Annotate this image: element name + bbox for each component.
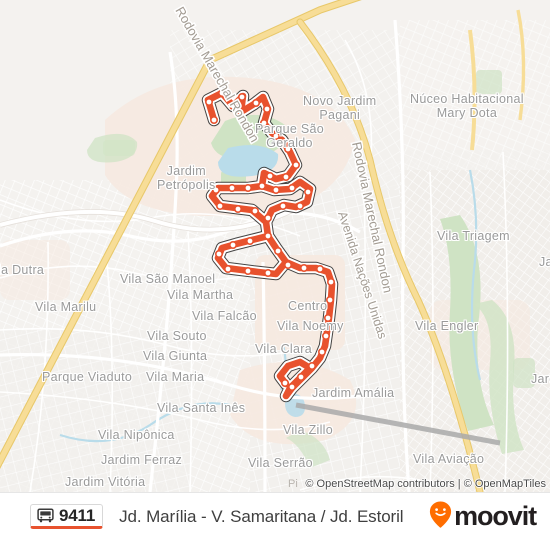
route-number: 9411 (59, 506, 96, 525)
moovit-route-map-screenshot: Rodovia Marechal Rondon Rodovia Marechal… (0, 0, 550, 540)
moovit-pin-icon (428, 500, 453, 534)
map-tiles (0, 0, 550, 492)
route-footer-bar: 9411 Jd. Marília - V. Samaritana / Jd. E… (0, 492, 550, 540)
moovit-wordmark: moovit (454, 501, 537, 531)
map-canvas[interactable]: Rodovia Marechal Rondon Rodovia Marechal… (0, 0, 550, 492)
moovit-logo[interactable]: moovit (428, 500, 537, 534)
map-attribution[interactable]: © OpenStreetMap contributors | © OpenMap… (305, 478, 546, 490)
bus-icon (37, 508, 54, 524)
route-title: Jd. Marília - V. Samaritana / Jd. Estori… (119, 506, 404, 526)
attribution-prefix: Pi (288, 478, 298, 490)
route-badge[interactable]: 9411 (30, 504, 104, 529)
